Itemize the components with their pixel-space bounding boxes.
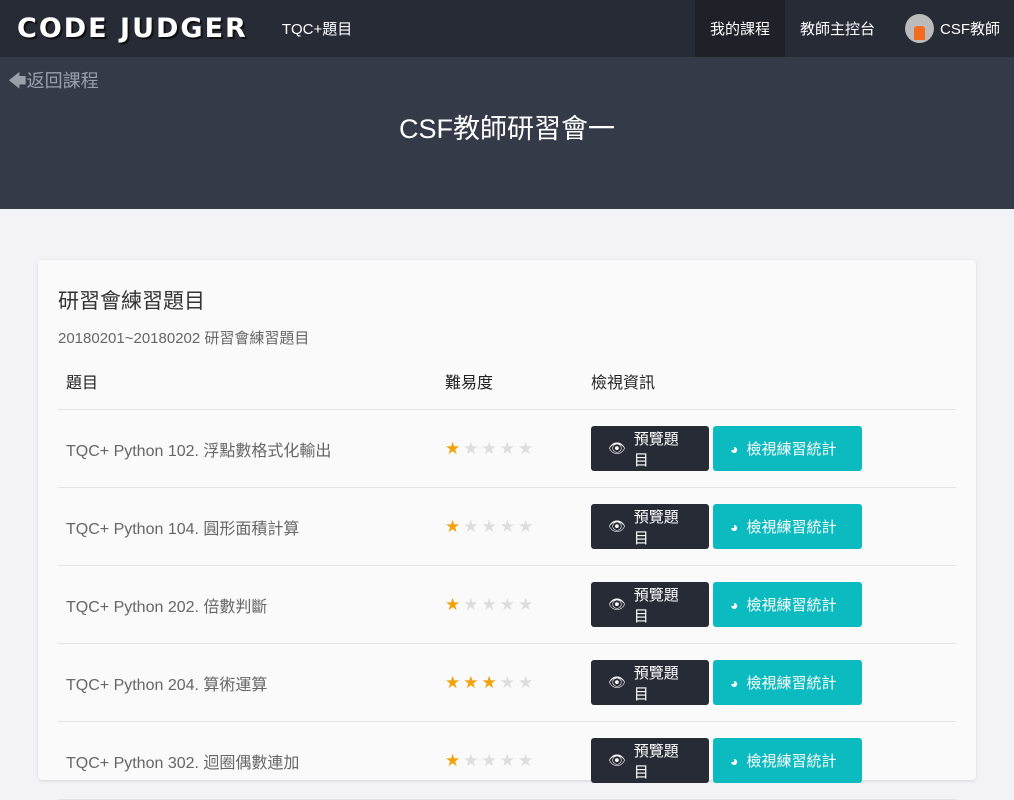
- header-info: 檢視資訊: [591, 374, 656, 392]
- eye-icon: 👁: [608, 674, 626, 690]
- eye-icon: 👁: [608, 752, 626, 768]
- difficulty-rating: ★ ★ ★ ★ ★: [445, 439, 591, 459]
- star-icon: ★: [499, 438, 515, 458]
- star-icon: ★: [445, 594, 461, 614]
- problem-name[interactable]: TQC+ Python 104. 圓形面積計算: [58, 515, 445, 539]
- star-icon: ★: [445, 516, 461, 536]
- star-icon: ★: [481, 438, 497, 458]
- header-problem: 題目: [66, 374, 99, 392]
- hero: 🡄返回課程 CSF教師研習會一: [0, 57, 1014, 209]
- pie-chart-icon: ◕: [730, 596, 739, 613]
- table-header: 題目 難易度 檢視資訊: [58, 352, 956, 410]
- stats-label: 檢視練習統計: [746, 441, 837, 458]
- back-label: 返回課程: [26, 71, 99, 91]
- star-icon: ★: [499, 594, 515, 614]
- problem-name[interactable]: TQC+ Python 204. 算術運算: [58, 671, 445, 695]
- pie-chart-icon: ◕: [730, 752, 739, 769]
- star-icon: ★: [463, 750, 479, 770]
- difficulty-rating: ★ ★ ★ ★ ★: [445, 517, 591, 537]
- problem-card: 研習會練習題目 20180201~20180202 研習會練習題目 題目 難易度…: [38, 260, 976, 800]
- stats-button[interactable]: ◕ 檢視練習統計: [713, 504, 862, 549]
- star-icon: ★: [463, 594, 479, 614]
- star-icon: ★: [463, 438, 479, 458]
- table-row: TQC+ Python 104. 圓形面積計算 ★ ★ ★ ★ ★ 👁 預覽題目 ◕ 檢視練習…: [58, 488, 956, 566]
- nav-teacher-console[interactable]: 教師主控台: [785, 0, 890, 57]
- preview-button[interactable]: 👁 預覽題目: [591, 504, 709, 549]
- top-nav: CODE JUDGER TQC+題目 我的課程 教師主控台 CSF教師: [0, 0, 1014, 57]
- star-icon: ★: [445, 438, 461, 458]
- table-row: TQC+ Python 202. 倍數判斷 ★ ★ ★ ★ ★ 👁 預覽題目 ◕ 檢視練習統計: [58, 566, 956, 644]
- card-title: 研習會練習題目: [58, 290, 205, 313]
- user-menu[interactable]: CSF教師: [890, 0, 1014, 57]
- preview-button[interactable]: 👁 預覽題目: [591, 426, 709, 471]
- problem-name[interactable]: TQC+ Python 102. 浮點數格式化輸出: [58, 437, 445, 461]
- star-icon: ★: [445, 750, 461, 770]
- difficulty-rating: ★ ★ ★ ★ ★: [445, 673, 591, 693]
- pie-chart-icon: ◕: [730, 674, 739, 691]
- preview-button[interactable]: 👁 預覽題目: [591, 738, 709, 783]
- card-subtitle: 20180201~20180202 研習會練習題目: [58, 330, 310, 347]
- logo[interactable]: CODE JUDGER: [17, 13, 248, 44]
- star-icon: ★: [463, 516, 479, 536]
- star-icon: ★: [481, 516, 497, 536]
- stats-button[interactable]: ◕ 檢視練習統計: [713, 426, 862, 471]
- star-icon: ★: [518, 438, 534, 458]
- preview-button[interactable]: 👁 預覽題目: [591, 582, 709, 627]
- preview-button[interactable]: 👁 預覽題目: [591, 660, 709, 705]
- arrow-left-icon: 🡄: [8, 71, 27, 91]
- stats-label: 檢視練習統計: [746, 519, 837, 536]
- stats-button[interactable]: ◕ 檢視練習統計: [713, 582, 862, 627]
- table-row: TQC+ Python 102. 浮點數格式化輸出 ★ ★ ★ ★ ★ 👁 預覽題目 ◕ 檢視…: [58, 410, 956, 488]
- star-icon: ★: [499, 516, 515, 536]
- header-difficulty: 難易度: [445, 374, 494, 392]
- star-icon: ★: [499, 672, 515, 692]
- preview-label: 預覽題目: [633, 586, 679, 625]
- stats-button[interactable]: ◕ 檢視練習統計: [713, 660, 862, 705]
- preview-label: 預覽題目: [633, 742, 679, 781]
- preview-label: 預覽題目: [633, 430, 679, 469]
- user-name: CSF教師: [939, 21, 1000, 38]
- preview-label: 預覽題目: [633, 508, 679, 547]
- problem-name[interactable]: TQC+ Python 302. 迴圈偶數連加: [58, 749, 445, 773]
- eye-icon: 👁: [608, 518, 626, 534]
- page-title: CSF教師研習會一: [399, 114, 615, 144]
- problem-name[interactable]: TQC+ Python 202. 倍數判斷: [58, 593, 445, 617]
- stats-label: 檢視練習統計: [746, 675, 837, 692]
- preview-label: 預覽題目: [633, 664, 679, 703]
- star-icon: ★: [445, 672, 461, 692]
- avatar: [904, 14, 934, 43]
- star-icon: ★: [481, 750, 497, 770]
- stats-label: 檢視練習統計: [746, 753, 837, 770]
- star-icon: ★: [481, 672, 497, 692]
- table-row: TQC+ Python 204. 算術運算 ★ ★ ★ ★ ★ 👁 預覽題目 ◕ 檢視練習統計: [58, 644, 956, 722]
- star-icon: ★: [518, 750, 534, 770]
- star-icon: ★: [518, 516, 534, 536]
- difficulty-rating: ★ ★ ★ ★ ★: [445, 595, 591, 615]
- stats-label: 檢視練習統計: [746, 597, 837, 614]
- star-icon: ★: [481, 594, 497, 614]
- pie-chart-icon: ◕: [730, 440, 739, 457]
- stats-button[interactable]: ◕ 檢視練習統計: [713, 738, 862, 783]
- star-icon: ★: [499, 750, 515, 770]
- star-icon: ★: [518, 594, 534, 614]
- star-icon: ★: [463, 672, 479, 692]
- table-row: TQC+ Python 302. 迴圈偶數連加 ★ ★ ★ ★ ★ 👁 預覽題目 ◕ 檢視練習…: [58, 722, 956, 800]
- pie-chart-icon: ◕: [730, 518, 739, 535]
- nav-tqc-problems[interactable]: TQC+題目: [282, 18, 352, 39]
- eye-icon: 👁: [608, 440, 626, 456]
- star-icon: ★: [518, 672, 534, 692]
- back-link[interactable]: 🡄返回課程: [8, 67, 99, 99]
- difficulty-rating: ★ ★ ★ ★ ★: [445, 751, 591, 771]
- nav-my-courses[interactable]: 我的課程: [694, 0, 785, 57]
- eye-icon: 👁: [608, 596, 626, 612]
